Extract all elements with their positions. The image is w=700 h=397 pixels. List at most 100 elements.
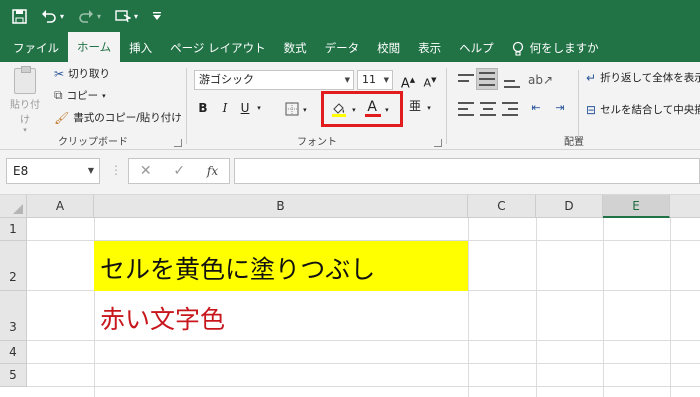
copy-icon: ⧉ xyxy=(54,88,63,102)
column-header-a[interactable]: A xyxy=(27,195,94,218)
tell-me-label: 何をしますか xyxy=(529,41,599,55)
row-header-4[interactable]: 4 xyxy=(0,341,27,364)
tab-review[interactable]: 校閲 xyxy=(368,34,409,62)
customize-icon[interactable] xyxy=(152,11,162,21)
format-painter-button[interactable]: 🖌 書式のコピー/貼り付け xyxy=(54,110,182,125)
clipboard-icon xyxy=(14,66,36,94)
grid-line xyxy=(536,218,537,397)
cancel-button[interactable]: ✕ xyxy=(140,163,152,179)
align-center-icon[interactable] xyxy=(480,102,496,116)
tab-insert[interactable]: 挿入 xyxy=(120,34,161,62)
row-header-2[interactable]: 2 xyxy=(0,241,27,291)
formula-input[interactable] xyxy=(234,158,700,184)
italic-button[interactable]: I xyxy=(218,98,232,118)
font-size-value: 11 xyxy=(362,73,376,86)
tell-me-box[interactable]: 何をしますか xyxy=(503,34,608,62)
name-box[interactable]: E8 ▼ xyxy=(6,158,100,184)
phonetic-button[interactable]: 亜 xyxy=(408,96,422,116)
align-left-icon[interactable] xyxy=(458,102,474,116)
lightbulb-icon xyxy=(512,41,523,56)
align-top-icon[interactable] xyxy=(458,74,474,88)
grid-line xyxy=(27,340,700,341)
name-box-value: E8 xyxy=(13,164,29,178)
wrap-text-label: 折り返して全体を表示 xyxy=(600,72,700,84)
borders-button[interactable]: ▾ xyxy=(282,98,310,118)
grow-font-button[interactable]: A▲ xyxy=(400,70,416,91)
phonetic-icon: 亜 xyxy=(408,99,421,113)
merge-center-label: セルを結合して中央揃 xyxy=(600,104,700,116)
decrease-indent-icon[interactable]: ⇤ xyxy=(526,98,546,118)
group-divider xyxy=(578,70,579,138)
select-all-button[interactable] xyxy=(0,195,27,218)
shrink-font-icon: A xyxy=(423,76,432,90)
save-icon[interactable] xyxy=(12,8,27,24)
borders-icon xyxy=(285,102,299,115)
formula-buttons: ✕ ✓ fx xyxy=(128,158,230,184)
chevron-down-icon: ▼ xyxy=(87,166,94,175)
column-header-b[interactable]: B xyxy=(94,195,468,218)
redo-icon[interactable]: ▾ xyxy=(78,9,101,23)
clipboard-group: 貼り付け ▾ ✂ 切り取り ⧉ コピー ▾ 🖌 書式のコピー/貼り付け クリップ… xyxy=(0,62,186,150)
tab-file[interactable]: ファイル xyxy=(4,34,68,62)
grid-line xyxy=(27,386,700,387)
tab-help[interactable]: ヘルプ xyxy=(450,34,503,62)
tab-formulas[interactable]: 数式 xyxy=(275,34,316,62)
align-middle-icon xyxy=(479,72,495,86)
tab-page-layout[interactable]: ページ レイアウト xyxy=(161,34,274,62)
insert-function-button[interactable]: fx xyxy=(207,164,218,178)
touch-mode-icon[interactable]: ▾ xyxy=(115,9,138,23)
paste-label: 貼り付け xyxy=(10,100,40,126)
row-header-1[interactable]: 1 xyxy=(0,218,27,241)
column-header-d[interactable]: D xyxy=(536,195,603,218)
grid-line xyxy=(670,218,671,397)
merge-center-button[interactable]: ⊟ セルを結合して中央揃 xyxy=(586,102,700,117)
copy-label: コピー xyxy=(66,90,99,102)
ribbon-home: 貼り付け ▾ ✂ 切り取り ⧉ コピー ▾ 🖌 書式のコピー/貼り付け クリップ… xyxy=(0,62,700,150)
font-group-label: フォント xyxy=(297,137,337,148)
align-right-icon[interactable] xyxy=(502,102,518,116)
bold-button[interactable]: B xyxy=(196,98,210,118)
chevron-down-icon[interactable]: ▾ xyxy=(424,98,434,118)
underline-button[interactable]: U xyxy=(238,98,252,118)
wrap-text-icon: ↵ xyxy=(586,70,597,85)
grid-line xyxy=(27,363,700,364)
alignment-group-label: 配置 xyxy=(564,137,584,148)
column-header-e[interactable]: E xyxy=(603,195,670,218)
cell-b2-text: セルを黄色に塗りつぶし xyxy=(100,255,376,284)
clipboard-group-label: クリップボード xyxy=(58,137,128,148)
align-bottom-icon[interactable] xyxy=(504,74,520,88)
cut-button[interactable]: ✂ 切り取り xyxy=(54,66,110,81)
highlight-box xyxy=(321,91,403,127)
tab-data[interactable]: データ xyxy=(316,34,369,62)
clipboard-launcher-icon[interactable] xyxy=(174,139,182,147)
orientation-button[interactable]: ab↗ xyxy=(528,70,554,90)
font-name-value: 游ゴシック xyxy=(199,73,254,86)
copy-button[interactable]: ⧉ コピー ▾ xyxy=(54,88,106,103)
wrap-text-button[interactable]: ↵ 折り返して全体を表示 xyxy=(586,70,700,85)
tab-view[interactable]: 表示 xyxy=(409,34,450,62)
quick-access-toolbar: ▾ ▾ ▾ xyxy=(0,0,700,32)
row-header-3[interactable]: 3 xyxy=(0,291,27,341)
column-header-c[interactable]: C xyxy=(468,195,536,218)
font-size-select[interactable]: 11 ▼ xyxy=(357,70,393,90)
chevron-down-icon: ▾ xyxy=(102,91,106,100)
font-name-select[interactable]: 游ゴシック ▼ xyxy=(194,70,354,90)
grid-line xyxy=(468,218,469,397)
chevron-down-icon[interactable]: ▾ xyxy=(254,98,264,118)
align-middle-button[interactable] xyxy=(476,68,498,90)
undo-icon[interactable]: ▾ xyxy=(41,9,64,23)
group-divider xyxy=(446,68,447,144)
tab-home[interactable]: ホーム xyxy=(68,32,121,62)
increase-indent-icon[interactable]: ⇥ xyxy=(550,98,570,118)
row-header-5[interactable]: 5 xyxy=(0,364,27,387)
orientation-icon: ab↗ xyxy=(528,73,554,87)
grid-line xyxy=(603,218,604,397)
enter-button[interactable]: ✓ xyxy=(173,163,185,179)
font-launcher-icon[interactable] xyxy=(434,139,442,147)
paste-button[interactable]: 貼り付け ▾ xyxy=(8,66,42,134)
chevron-down-icon: ▼ xyxy=(344,76,350,84)
chevron-down-icon: ▼ xyxy=(383,76,389,84)
column-header-f[interactable] xyxy=(670,195,700,218)
ribbon-tabs: ファイル ホーム 挿入 ページ レイアウト 数式 データ 校閲 表示 ヘルプ 何… xyxy=(0,32,700,62)
shrink-font-button[interactable]: A▼ xyxy=(422,70,438,90)
